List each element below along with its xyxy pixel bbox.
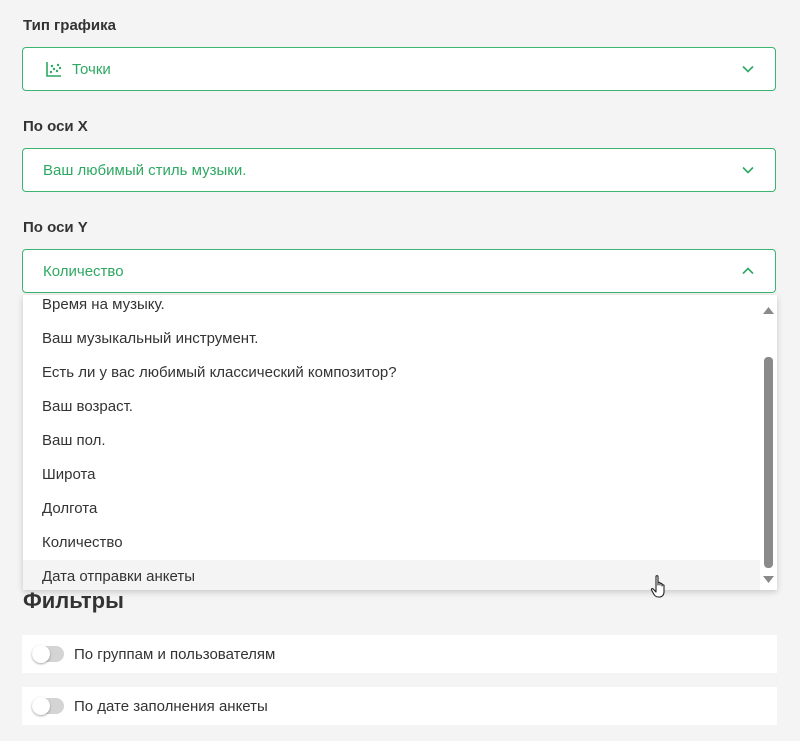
filter-groups-users-label: По группам и пользователям (74, 645, 276, 663)
filter-groups-users[interactable]: По группам и пользователям (22, 635, 777, 673)
filter-survey-date-toggle[interactable] (32, 697, 64, 715)
x-axis-select[interactable]: Ваш любимый стиль музыки. (22, 148, 776, 192)
y-axis-select[interactable]: Количество (22, 249, 776, 293)
option-music-time[interactable]: Время на музыку. (23, 295, 760, 322)
x-axis-label: По оси X (23, 118, 88, 135)
chart-type-value: Точки (72, 60, 111, 78)
filters-title: Фильтры (23, 588, 124, 613)
chevron-up-icon (741, 264, 755, 278)
y-axis-dropdown: Время на музыку. Ваш музыкальный инструм… (23, 295, 777, 590)
scroll-thumb[interactable] (764, 357, 773, 568)
option-age[interactable]: Ваш возраст. (23, 390, 760, 424)
chart-type-label: Тип графика (23, 17, 116, 34)
option-instrument[interactable]: Ваш музыкальный инструмент. (23, 322, 760, 356)
y-axis-value: Количество (43, 262, 124, 280)
option-count[interactable]: Количество (23, 526, 760, 560)
hand-pointer-cursor-icon (650, 574, 670, 600)
option-gender[interactable]: Ваш пол. (23, 424, 760, 458)
option-classical-composer[interactable]: Есть ли у вас любимый классический компо… (23, 356, 760, 390)
filter-groups-users-toggle[interactable] (32, 645, 64, 663)
scroll-down-arrow-icon[interactable] (760, 571, 777, 588)
scroll-up-arrow-icon[interactable] (760, 302, 777, 319)
filter-survey-date-label: По дате заполнения анкеты (74, 697, 268, 715)
option-latitude[interactable]: Широта (23, 458, 760, 492)
dropdown-scrollbar[interactable] (760, 295, 777, 590)
chevron-down-icon (741, 62, 755, 76)
y-axis-options-list: Время на музыку. Ваш музыкальный инструм… (23, 295, 760, 590)
scatter-chart-icon (45, 60, 63, 78)
x-axis-value: Ваш любимый стиль музыки. (43, 161, 247, 179)
chevron-down-icon (741, 163, 755, 177)
option-longitude[interactable]: Долгота (23, 492, 760, 526)
chart-type-select[interactable]: Точки (22, 47, 776, 91)
filter-survey-date[interactable]: По дате заполнения анкеты (22, 687, 777, 725)
y-axis-label: По оси Y (23, 219, 88, 236)
